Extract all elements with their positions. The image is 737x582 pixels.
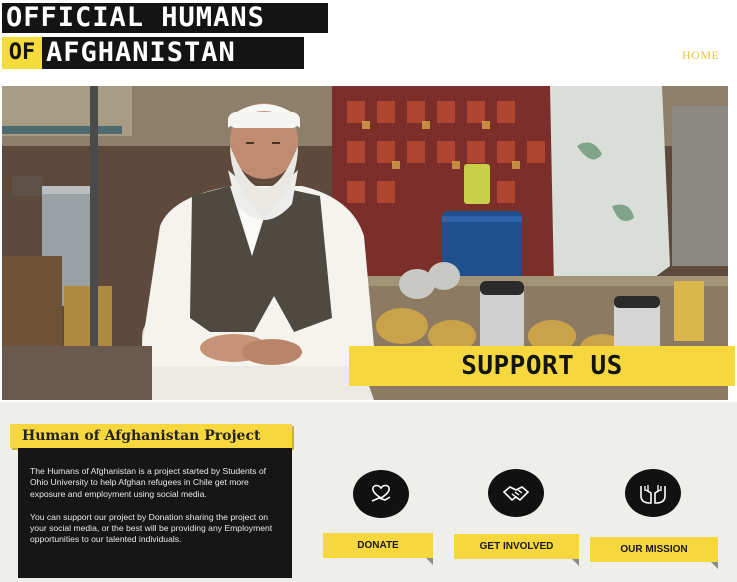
get-involved-ribbon-tail [572, 559, 579, 566]
open-hands-icon[interactable] [625, 469, 681, 517]
donate-button[interactable]: DONATE [323, 533, 433, 558]
logo-official-humans[interactable]: OFFICIAL HUMANS [2, 3, 328, 33]
project-paragraph-1: The Humans of Afghanistan is a project s… [30, 466, 266, 499]
project-paragraph-2: You can support our project by Donation … [30, 511, 273, 545]
donate-ribbon-tail [426, 558, 433, 565]
get-involved-button[interactable]: GET INVOLVED [454, 534, 579, 559]
support-us-button[interactable]: SUPPORT US [349, 346, 735, 386]
logo-of-badge: OF [2, 37, 42, 69]
logo-afghanistan[interactable]: AFGHANISTAN [42, 37, 304, 69]
project-description: The Humans of Afghanistan is a project s… [18, 448, 292, 578]
handshake-icon[interactable] [488, 469, 544, 517]
heart-hand-icon[interactable] [353, 470, 409, 518]
our-mission-button[interactable]: OUR MISSION [590, 537, 718, 562]
nav-home-link[interactable]: HOME [682, 48, 719, 63]
our-mission-ribbon-tail [711, 562, 718, 569]
project-title: Human of Afghanistan Project [10, 424, 292, 448]
